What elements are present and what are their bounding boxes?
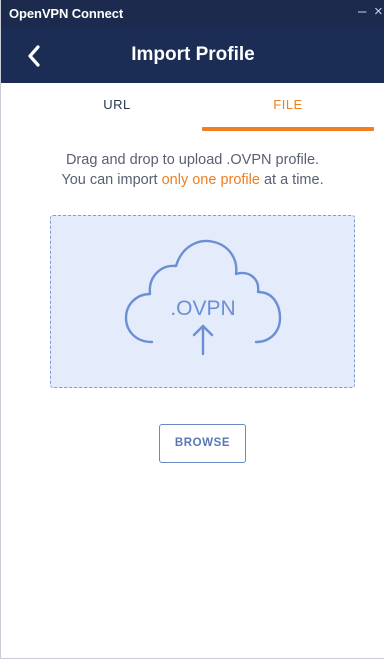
minimize-button[interactable]: – — [358, 3, 366, 21]
page-title: Import Profile — [131, 44, 255, 65]
instruction-line-2: You can import only one profile at a tim… — [1, 170, 384, 190]
browse-button[interactable]: BROWSE — [159, 424, 246, 463]
import-tabs: URL FILE — [1, 83, 384, 131]
tab-url[interactable]: URL — [31, 83, 203, 131]
cloud-upload-icon: .OVPN — [124, 239, 282, 356]
title-bar[interactable]: OpenVPN Connect – × — [1, 0, 384, 27]
tab-file[interactable]: FILE — [202, 83, 374, 131]
active-tab-indicator — [202, 127, 374, 131]
upload-instructions: Drag and drop to upload .OVPN profile. Y… — [1, 150, 384, 190]
cloud-icon-label: .OVPN — [170, 297, 235, 320]
app-header: Import Profile — [1, 27, 384, 83]
window-title: OpenVPN Connect — [9, 6, 124, 21]
file-dropzone[interactable]: .OVPN — [50, 215, 355, 388]
close-button[interactable]: × — [374, 3, 383, 21]
instruction-highlight: only one profile — [161, 172, 260, 188]
instruction-suffix: at a time. — [259, 172, 324, 188]
app-window: OpenVPN Connect – × Import Profile URL F… — [0, 0, 384, 659]
instruction-line-1: Drag and drop to upload .OVPN profile. — [65, 152, 320, 168]
instruction-prefix: You can import — [61, 172, 162, 188]
